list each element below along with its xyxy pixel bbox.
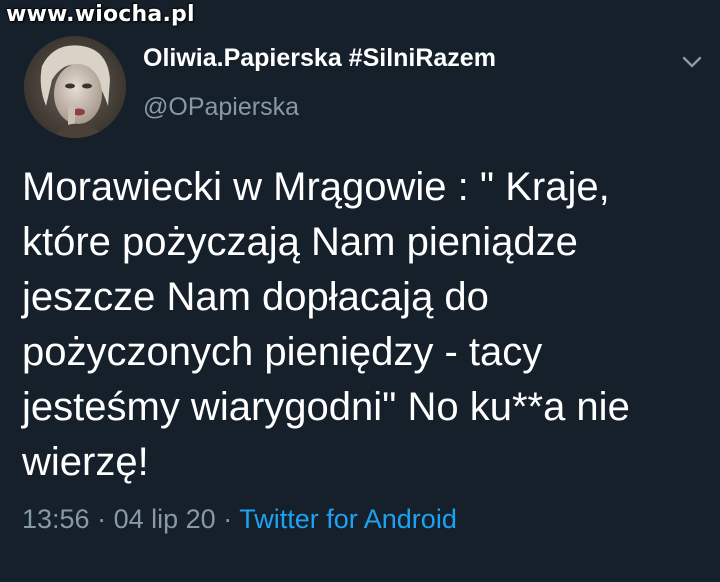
chevron-down-icon[interactable] xyxy=(680,50,704,74)
watermark: www.wiocha.pl xyxy=(6,2,195,27)
display-name[interactable]: Oliwia.Papierska #SilniRazem xyxy=(143,44,496,73)
tweet-text: Morawiecki w Mrągowie : " Kraje, które p… xyxy=(22,165,630,484)
meta-separator: · xyxy=(223,504,233,534)
avatar[interactable] xyxy=(24,36,126,138)
avatar-photo xyxy=(24,36,126,138)
tweet-date[interactable]: 04 lip 20 xyxy=(114,504,216,534)
meta-separator: · xyxy=(97,504,107,534)
tweet-time[interactable]: 13:56 xyxy=(22,504,90,534)
tweet-source-link[interactable]: Twitter for Android xyxy=(239,504,457,534)
tweet-meta: 13:56 · 04 lip 20 · Twitter for Android xyxy=(22,504,457,535)
user-handle[interactable]: @OPapierska xyxy=(143,93,299,122)
